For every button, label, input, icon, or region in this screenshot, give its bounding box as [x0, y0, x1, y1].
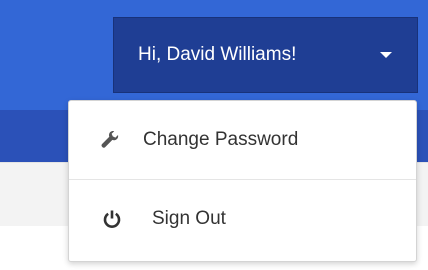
user-dropdown-menu: Change Password Sign Out: [68, 100, 417, 262]
menu-item-sign-out[interactable]: Sign Out: [69, 180, 416, 258]
menu-item-label: Sign Out: [152, 208, 226, 229]
power-icon: [103, 210, 121, 228]
chevron-down-icon: [380, 52, 392, 58]
menu-item-change-password[interactable]: Change Password: [69, 101, 416, 179]
user-menu-button[interactable]: Hi, David Williams!: [113, 17, 418, 93]
user-greeting: Hi, David Williams!: [138, 44, 297, 65]
wrench-icon: [101, 131, 119, 148]
menu-item-label: Change Password: [143, 129, 299, 150]
